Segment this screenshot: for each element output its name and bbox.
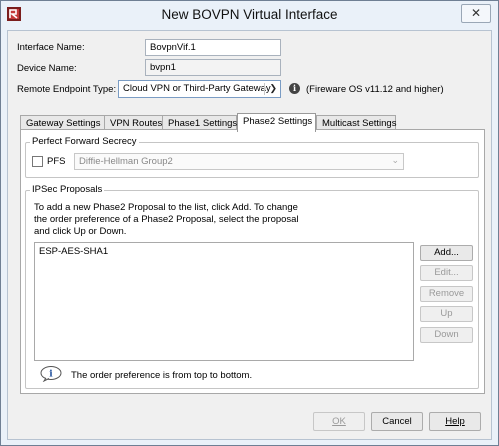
edit-button[interactable]: Edit... <box>420 265 473 281</box>
remote-endpoint-value: Cloud VPN or Third-Party Gateway <box>123 83 271 94</box>
close-button[interactable]: ✕ <box>461 4 491 23</box>
dh-group-value: Diffie-Hellman Group2 <box>79 156 173 167</box>
ipsec-proposal-list[interactable]: ESP-AES-SHA1 <box>34 242 414 361</box>
dialog-body: Interface Name: BovpnVif.1 Device Name: … <box>7 30 492 440</box>
list-item[interactable]: ESP-AES-SHA1 <box>39 246 108 257</box>
ipsec-instructions-line2: the order preference of a Phase2 Proposa… <box>34 214 299 225</box>
chevron-down-icon: ❯ <box>269 83 277 93</box>
speech-bubble-info-icon: i <box>40 366 62 382</box>
remote-endpoint-note: (Fireware OS v11.12 and higher) <box>306 84 444 95</box>
device-name-label: Device Name: <box>17 63 77 74</box>
down-button[interactable]: Down <box>420 327 473 343</box>
ipsec-group-label: IPSec Proposals <box>30 184 105 195</box>
pfs-group: Perfect Forward Secrecy PFS Diffie-Hellm… <box>25 136 479 178</box>
help-button[interactable]: Help <box>429 412 481 431</box>
remove-button[interactable]: Remove <box>420 286 473 302</box>
window-title: New BOVPN Virtual Interface <box>161 7 338 22</box>
up-button[interactable]: Up <box>420 306 473 322</box>
add-button[interactable]: Add... <box>420 245 473 261</box>
ok-button[interactable]: OK <box>313 412 365 431</box>
chevron-down-icon: ⌄ <box>391 155 399 165</box>
ipsec-proposals-group: IPSec Proposals To add a new Phase2 Prop… <box>25 184 479 389</box>
phase2-settings-panel: Perfect Forward Secrecy PFS Diffie-Hellm… <box>20 129 485 394</box>
pfs-group-label: Perfect Forward Secrecy <box>30 136 139 147</box>
ipsec-instructions-line3: and click Up or Down. <box>34 226 127 237</box>
remote-endpoint-label: Remote Endpoint Type: <box>17 84 117 95</box>
title-bar[interactable]: New BOVPN Virtual Interface ✕ <box>1 1 498 30</box>
pfs-checkbox-label: PFS <box>47 156 66 167</box>
device-name-field: bvpn1 <box>145 59 281 76</box>
cancel-button[interactable]: Cancel <box>371 412 423 431</box>
dh-group-select: Diffie-Hellman Group2 ⌄ <box>74 153 404 170</box>
interface-name-input[interactable]: BovpnVif.1 <box>145 39 281 56</box>
info-icon[interactable]: i <box>289 83 300 94</box>
ok-button-label: OK <box>332 416 346 427</box>
interface-name-label: Interface Name: <box>17 42 85 53</box>
svg-text:i: i <box>49 370 53 380</box>
help-button-label: Help <box>445 416 465 427</box>
dialog-window: New BOVPN Virtual Interface ✕ Interface … <box>0 0 499 446</box>
cancel-button-label: Cancel <box>382 416 412 427</box>
order-preference-note: The order preference is from top to bott… <box>71 370 253 381</box>
close-icon: ✕ <box>470 6 482 20</box>
ipsec-instructions-line1: To add a new Phase2 Proposal to the list… <box>34 202 298 213</box>
remote-endpoint-select[interactable]: Cloud VPN or Third-Party Gateway ❯ <box>118 80 281 98</box>
combo-separator <box>264 83 265 95</box>
tab-phase2-settings[interactable]: Phase2 Settings <box>237 113 316 132</box>
pfs-checkbox[interactable] <box>32 156 43 167</box>
